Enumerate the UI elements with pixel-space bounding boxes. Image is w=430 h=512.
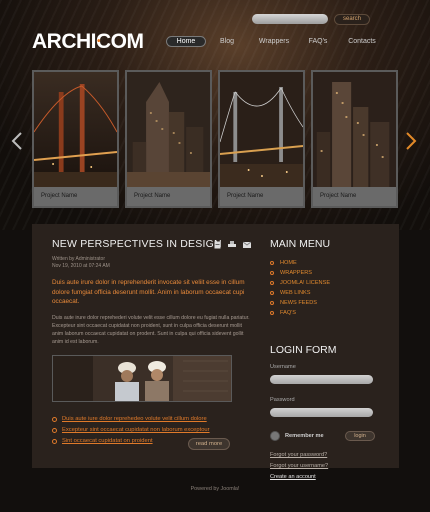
- article-date: Nov 19, 2010 at 07:24 AM: [52, 263, 110, 269]
- suspension-bridge-image: [220, 72, 303, 189]
- print-icon[interactable]: [228, 241, 236, 249]
- bullet-icon: [270, 301, 274, 305]
- nav-contacts[interactable]: Contacts: [336, 36, 388, 47]
- menu-item-home[interactable]: HOME: [270, 258, 385, 268]
- menu-item-label: WRAPPERS: [280, 270, 313, 276]
- menu-item-web-links[interactable]: WEB LINKS: [270, 288, 385, 298]
- chevron-left-icon[interactable]: [10, 131, 24, 151]
- article-link[interactable]: Duis aute iure dolor reprehedeo volute v…: [62, 416, 207, 422]
- email-icon[interactable]: [243, 241, 251, 249]
- project-card[interactable]: Project Name: [125, 70, 212, 208]
- article-tools: [214, 241, 251, 249]
- search-input[interactable]: [252, 14, 328, 24]
- search-button[interactable]: search: [334, 14, 370, 25]
- bullet-icon: [270, 271, 274, 275]
- create-account-link[interactable]: Create an account: [270, 472, 385, 483]
- username-label: Username: [270, 364, 296, 370]
- list-item: Excepteur sint occaecat cupidatat non la…: [52, 425, 250, 436]
- article-lead: Duis aute irure dolor in reprehenderit i…: [52, 279, 245, 305]
- project-caption: Project Name: [220, 187, 303, 206]
- skyscraper-image: [127, 72, 210, 189]
- login-form-title: LOGIN FORM: [270, 344, 337, 356]
- project-caption: Project Name: [313, 187, 396, 206]
- forgot-username-link[interactable]: Forgot your username?: [270, 461, 385, 472]
- article-meta: Written by Administrator Nov 19, 2010 at…: [52, 256, 250, 270]
- sidebar: MAIN MENU HOME WRAPPERS JOOMLA! LICENSE …: [270, 238, 385, 483]
- remember-checkbox[interactable]: [270, 431, 280, 441]
- project-caption: Project Name: [127, 187, 210, 206]
- remember-label: Remember me: [285, 433, 324, 439]
- menu-item-label: WEB LINKS: [280, 290, 311, 296]
- remember-row: Remember me login: [270, 431, 385, 441]
- menu-item-label: HOME: [280, 260, 297, 266]
- site-logo[interactable]: ARCHI • COM: [32, 30, 144, 54]
- main-menu-title: MAIN MENU: [270, 238, 331, 250]
- account-links: Forgot your password? Forgot your userna…: [270, 450, 385, 483]
- menu-item-license[interactable]: JOOMLA! LICENSE: [270, 278, 385, 288]
- nav-faqs[interactable]: FAQ's: [300, 36, 336, 47]
- article-link[interactable]: Sint occaecat cupidatat on proident: [62, 438, 153, 444]
- bullet-icon: [270, 291, 274, 295]
- content-panel: NEW PERSPECTIVES IN DESIGN Written by Ad…: [32, 224, 399, 480]
- chevron-right-icon[interactable]: [404, 131, 418, 151]
- login-button[interactable]: login: [345, 431, 375, 441]
- nav-home[interactable]: Home: [166, 36, 206, 47]
- bullet-icon: [52, 427, 57, 433]
- bullet-icon: [270, 261, 274, 265]
- read-more-button[interactable]: read more: [188, 438, 230, 450]
- logo-text-archi: ARCHI: [32, 30, 97, 53]
- bullet-icon: [270, 281, 274, 285]
- main-navigation: Home Blog Wrappers FAQ's Contacts: [166, 36, 388, 47]
- nav-blog[interactable]: Blog: [206, 36, 248, 47]
- password-field[interactable]: [270, 408, 373, 417]
- pdf-icon[interactable]: [214, 241, 221, 249]
- article: NEW PERSPECTIVES IN DESIGN Written by Ad…: [52, 238, 251, 447]
- menu-item-label: NEWS FEEDS: [280, 300, 317, 306]
- city-skyline-image: [313, 72, 396, 189]
- project-card[interactable]: Project Name: [32, 70, 119, 208]
- article-body: Duis aute irure dolor reprehederi volute…: [52, 314, 250, 345]
- menu-item-news-feeds[interactable]: NEWS FEEDS: [270, 298, 385, 308]
- article-link[interactable]: Excepteur sint occaecat cupidatat non la…: [62, 427, 210, 433]
- password-label: Password: [270, 397, 295, 403]
- project-card[interactable]: Project Name: [218, 70, 305, 208]
- forgot-password-link[interactable]: Forgot your password?: [270, 450, 385, 461]
- logo-dot-icon: •: [97, 36, 101, 47]
- logo-text-com: COM: [96, 30, 144, 53]
- main-menu: HOME WRAPPERS JOOMLA! LICENSE WEB LINKS …: [270, 258, 385, 318]
- engineers-photo: [52, 354, 232, 402]
- menu-item-wrappers[interactable]: WRAPPERS: [270, 268, 385, 278]
- bullet-icon: [52, 416, 57, 422]
- menu-item-label: FAQ'S: [280, 310, 296, 316]
- footer-text: Powered by Joomla!: [190, 486, 240, 492]
- project-gallery: Project Name Project Name Project Name P…: [32, 70, 398, 208]
- article-author: Written by Administrator: [52, 256, 105, 262]
- project-caption: Project Name: [34, 187, 117, 206]
- username-field[interactable]: [270, 375, 373, 384]
- list-item: Duis aute iure dolor reprehedeo volute v…: [52, 414, 250, 425]
- bullet-icon: [270, 311, 274, 315]
- bridge-night-image: [34, 72, 117, 189]
- menu-item-label: JOOMLA! LICENSE: [280, 280, 331, 286]
- menu-item-faqs[interactable]: FAQ'S: [270, 308, 385, 318]
- nav-wrappers[interactable]: Wrappers: [248, 36, 300, 47]
- bullet-icon: [52, 438, 57, 444]
- project-card[interactable]: Project Name: [311, 70, 398, 208]
- engineers-image: [53, 355, 231, 401]
